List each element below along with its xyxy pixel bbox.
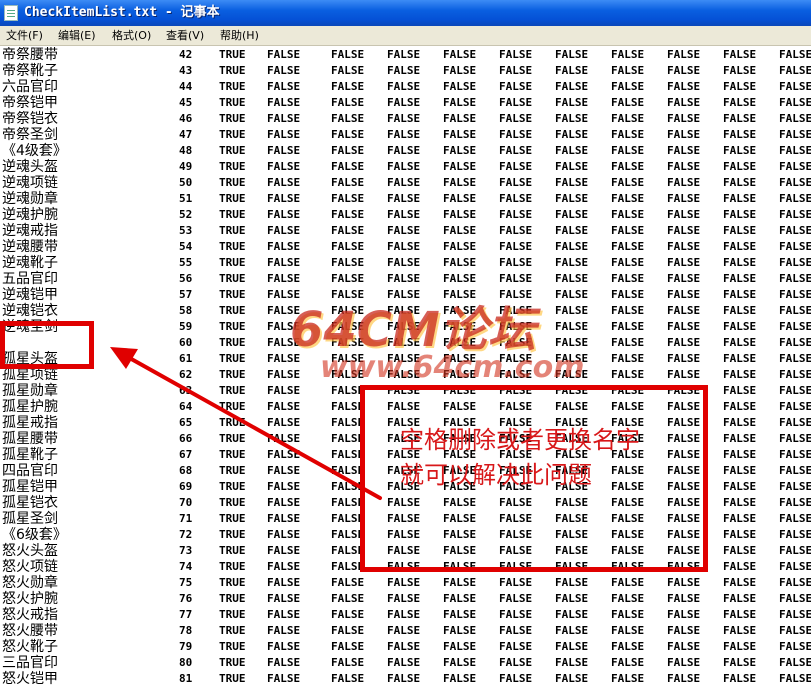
- annotation-arrow: [110, 347, 382, 500]
- annotation-note-line-2: 就可以解决此问题: [400, 461, 592, 489]
- arrow-head: [110, 347, 138, 369]
- arrow-shaft: [124, 354, 382, 500]
- annotation-note-line-1: 空格删除或者更换名字: [400, 426, 640, 454]
